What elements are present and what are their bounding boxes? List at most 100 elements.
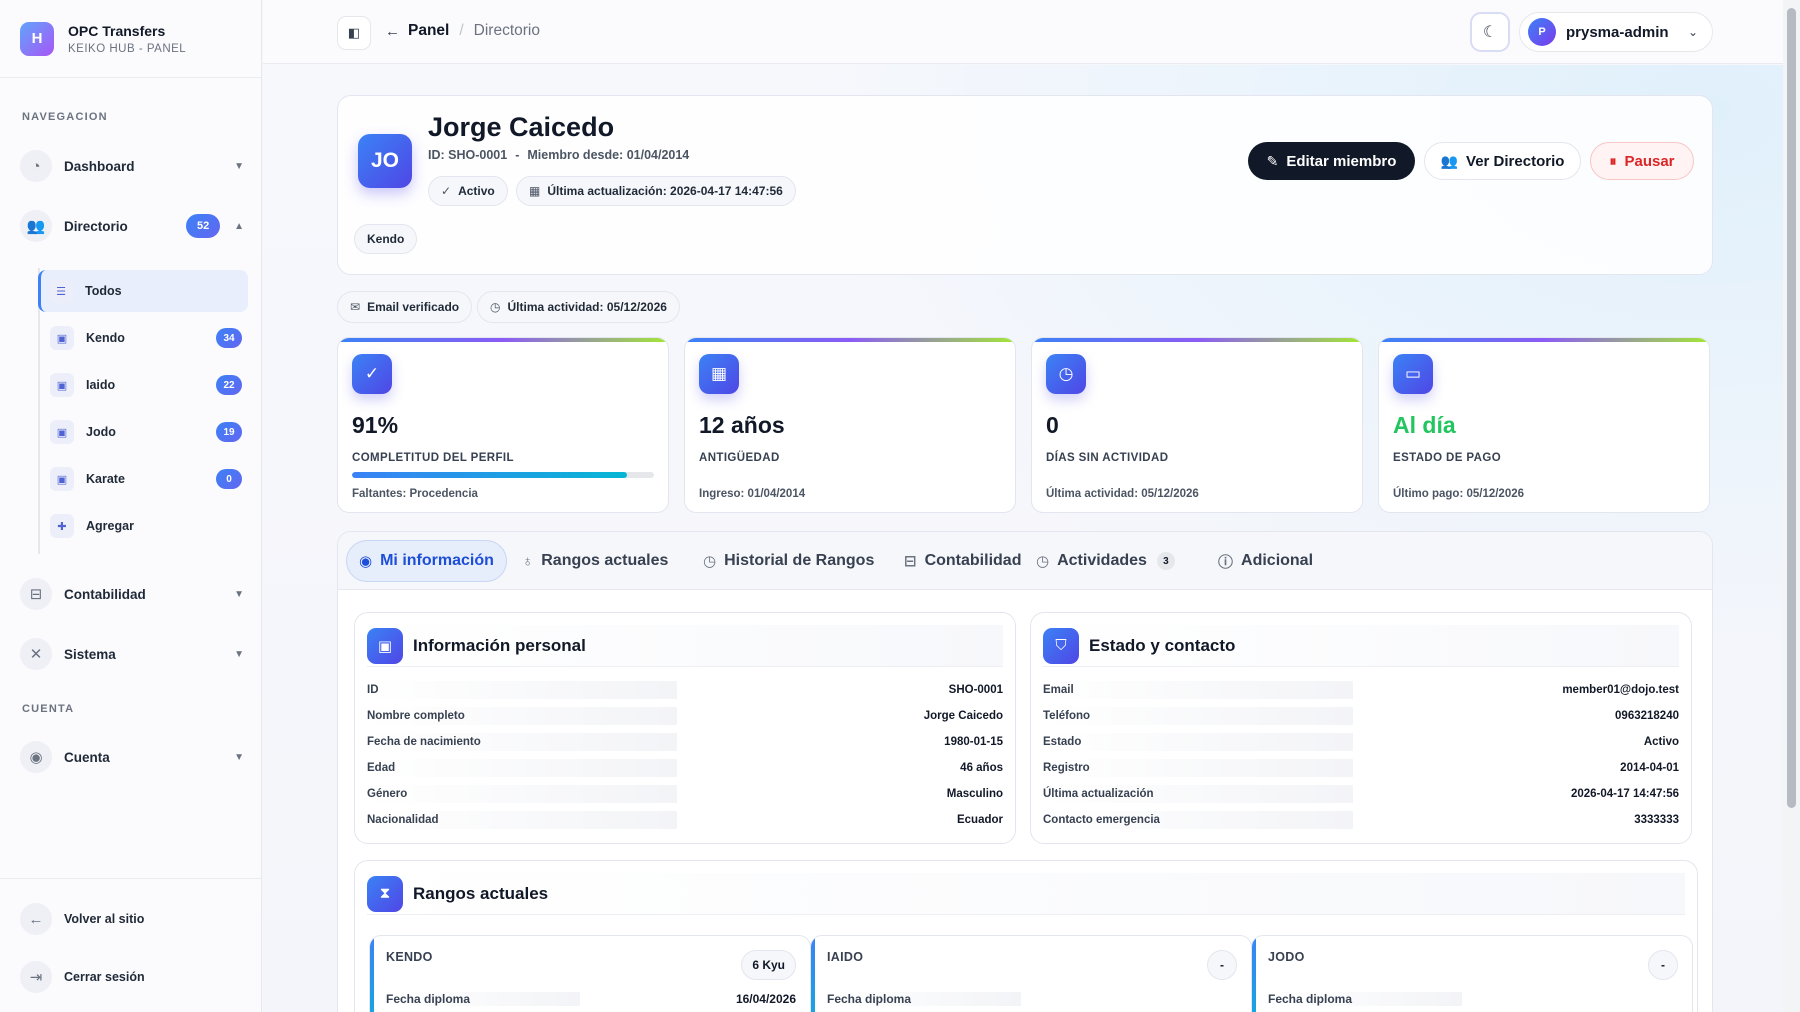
- sidebar-item-dashboard[interactable]: ◔ Dashboard ▼: [20, 146, 248, 186]
- info-row: Teléfono 0963218240: [1043, 705, 1679, 727]
- breadcrumb-panel[interactable]: Panel: [408, 22, 449, 40]
- sidebar-subitem-jodo[interactable]: ▣ Jodo 19: [42, 411, 252, 453]
- rank-key: Fecha diploma: [386, 992, 580, 1006]
- shield-icon: ⛉: [1043, 627, 1079, 664]
- pause-button[interactable]: ⏸ Pausar: [1590, 142, 1694, 180]
- breadcrumb-separator: /: [459, 22, 464, 39]
- stat-value: Al día: [1393, 412, 1456, 438]
- id-badge-icon: ▣: [367, 627, 403, 664]
- info-key: Estado: [1043, 733, 1353, 751]
- stat-value: 0: [1046, 412, 1059, 438]
- sidebar-item-directorio[interactable]: 👥 Directorio 52 ▲: [20, 206, 248, 246]
- sidebar-item-label: Cuenta: [64, 749, 110, 765]
- stat-label: COMPLETITUD DEL PERFIL: [352, 452, 514, 464]
- cash-icon: ▭: [1393, 354, 1433, 394]
- tab-adicional[interactable]: ⓘ Adicional: [1206, 540, 1325, 582]
- count-badge: 22: [216, 375, 242, 395]
- tab-bar: ◉ Mi información ♁ Rangos actuales ◷ His…: [338, 532, 1712, 590]
- sidebar-subitem-kendo[interactable]: ▣ Kendo 34: [42, 317, 252, 359]
- info-row: Fecha de nacimiento 1980-01-15: [367, 731, 1003, 753]
- tab-mi-informacion[interactable]: ◉ Mi información: [346, 540, 507, 582]
- tab-count-badge: 3: [1156, 552, 1175, 570]
- button-label: Editar miembro: [1286, 152, 1397, 170]
- link-label: Cerrar sesión: [64, 970, 145, 984]
- chevron-down-icon: ▼: [234, 588, 244, 600]
- subitem-label: Agregar: [86, 519, 134, 533]
- rank-discipline: IAIDO: [827, 950, 864, 964]
- view-directory-button[interactable]: 👥 Ver Directorio: [1424, 142, 1581, 180]
- progress-fill: [352, 472, 627, 478]
- tools-icon: ✕: [20, 638, 52, 670]
- contact-info-panel: ⛉ Estado y contacto Email member01@dojo.t…: [1030, 612, 1692, 844]
- scrollbar-thumb[interactable]: [1787, 8, 1796, 808]
- back-arrow-icon[interactable]: ←: [385, 23, 400, 40]
- hourglass-icon: ⧗: [367, 875, 403, 912]
- info-key: Registro: [1043, 759, 1353, 777]
- rank-badge: -: [1648, 950, 1678, 980]
- count-badge: 52: [186, 214, 221, 238]
- stat-value: 91%: [352, 412, 399, 438]
- rank-discipline: JODO: [1268, 950, 1305, 964]
- info-key: Fecha de nacimiento: [367, 733, 677, 751]
- link-label: Volver al sitio: [64, 912, 145, 926]
- theme-toggle-button[interactable]: ☾: [1470, 12, 1510, 52]
- member-details-card: ◉ Mi información ♁ Rangos actuales ◷ His…: [337, 531, 1713, 1012]
- username: prysma-admin: [1566, 23, 1669, 41]
- edit-member-button[interactable]: ✎ Editar miembro: [1248, 142, 1415, 180]
- users-icon: 👥: [20, 210, 52, 242]
- sidebar-subitem-karate[interactable]: ▣ Karate 0: [42, 458, 252, 500]
- sidebar-item-cuenta[interactable]: ◉ Cuenta ▼: [20, 737, 248, 777]
- breadcrumb: ← Panel / Directorio: [385, 22, 540, 40]
- info-row: Email member01@dojo.test: [1043, 679, 1679, 701]
- user-menu-button[interactable]: P prysma-admin ⌄: [1519, 12, 1713, 52]
- discipline-tag: Kendo: [354, 224, 418, 254]
- chip-text: Email verificado: [367, 300, 460, 314]
- info-key: Contacto emergencia: [1043, 811, 1353, 829]
- logout-link[interactable]: ⇥ Cerrar sesión: [20, 957, 248, 997]
- rank-discipline: KENDO: [386, 950, 433, 964]
- count-badge: 0: [216, 469, 242, 489]
- receipt-icon: ⊟: [20, 578, 52, 610]
- avatar: P: [1528, 18, 1556, 46]
- chip-label: Última actividad:: [507, 300, 604, 314]
- back-to-site-link[interactable]: ← Volver al sitio: [20, 899, 248, 939]
- info-row: Nacionalidad Ecuador: [367, 809, 1003, 831]
- status-text: Activo: [458, 184, 495, 198]
- info-row: ID SHO-0001: [367, 679, 1003, 701]
- calendar-icon: ▦: [529, 184, 541, 198]
- tab-label: Contabilidad: [924, 552, 1022, 569]
- panel-title: Rangos actuales: [413, 883, 549, 903]
- page-scrollbar[interactable]: [1783, 0, 1800, 1012]
- stat-note: Faltantes: Procedencia: [352, 488, 478, 500]
- subitem-label: Jodo: [86, 425, 116, 439]
- stat-label: ESTADO DE PAGO: [1393, 452, 1502, 464]
- id-card-icon: ▣: [50, 467, 74, 491]
- subitem-label: Iaido: [86, 378, 116, 392]
- panel-title: Estado y contacto: [1089, 635, 1236, 655]
- clock-icon: ◷: [1046, 354, 1086, 394]
- tab-historial-rangos[interactable]: ◷ Historial de Rangos: [691, 540, 886, 582]
- chevron-down-icon: ▼: [234, 648, 244, 660]
- user-check-icon: ✓: [352, 354, 392, 394]
- info-key: Género: [367, 785, 677, 803]
- stat-card-seniority: ▦ 12 años ANTIGÜEDAD Ingreso: 01/04/2014: [684, 337, 1016, 513]
- tab-actividades[interactable]: ◷ Actividades 3: [1024, 540, 1187, 582]
- sidebar-item-contabilidad[interactable]: ⊟ Contabilidad ▼: [20, 574, 248, 614]
- panel-left-icon: ◧: [347, 25, 361, 40]
- chevron-down-icon: ▼: [234, 160, 244, 172]
- subitem-label: Kendo: [86, 331, 125, 345]
- sidebar-subitem-agregar[interactable]: ✚ Agregar: [42, 505, 252, 547]
- brand[interactable]: H OPC Transfers KEIKO HUB - PANEL: [0, 0, 261, 78]
- clock-icon: ◷: [1036, 553, 1050, 570]
- info-key: Edad: [367, 759, 677, 777]
- tab-label: Historial de Rangos: [724, 552, 875, 569]
- tab-rangos-actuales[interactable]: ♁ Rangos actuales: [510, 540, 680, 582]
- sidebar-subitem-todos[interactable]: ☰ Todos: [38, 270, 248, 312]
- sidebar-item-sistema[interactable]: ✕ Sistema ▼: [20, 634, 248, 674]
- sidebar-subitem-iaido[interactable]: ▣ Iaido 22: [42, 364, 252, 406]
- tab-contabilidad[interactable]: ⊟ Contabilidad: [892, 540, 1033, 582]
- rank-key: Fecha diploma: [1268, 992, 1462, 1006]
- button-label: Pausar: [1624, 152, 1675, 170]
- member-id: ID: SHO-0001: [428, 148, 508, 162]
- sidebar-toggle-button[interactable]: ◧: [337, 16, 371, 50]
